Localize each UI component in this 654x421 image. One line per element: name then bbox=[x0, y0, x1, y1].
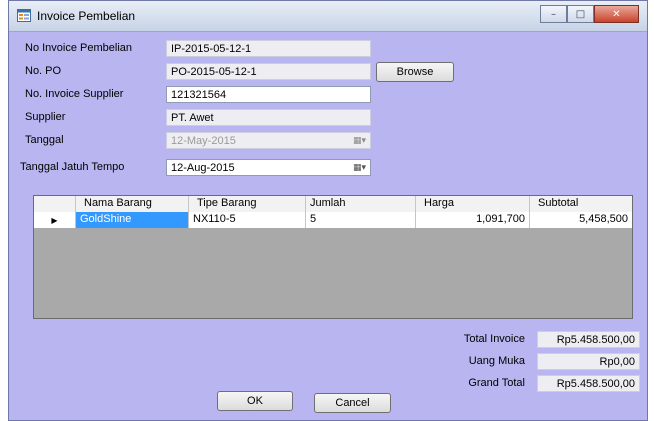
window-title: Invoice Pembelian bbox=[37, 9, 136, 23]
close-button[interactable]: ✕ bbox=[594, 5, 639, 23]
maximize-button[interactable]: □ bbox=[567, 5, 594, 23]
browse-button[interactable]: Browse bbox=[376, 62, 454, 82]
cell-harga[interactable]: 1,091,700 bbox=[416, 212, 530, 228]
cancel-button[interactable]: Cancel bbox=[314, 393, 391, 413]
column-header-harga[interactable]: Harga bbox=[416, 196, 530, 212]
cell-jumlah[interactable]: 5 bbox=[306, 212, 416, 228]
column-header-tipe-barang[interactable]: Tipe Barang bbox=[189, 196, 306, 212]
column-header-nama-barang[interactable]: Nama Barang bbox=[76, 196, 189, 212]
tanggal-datepicker: 12-May-2015 ▦▾ bbox=[166, 132, 371, 149]
minimize-button[interactable]: – bbox=[540, 5, 567, 23]
total-invoice-label: Total Invoice bbox=[463, 333, 525, 345]
table-row[interactable]: ▶ GoldShine NX110-5 5 1,091,700 5,458,50… bbox=[34, 212, 632, 228]
total-invoice-field: Rp5.458.500,00 bbox=[537, 331, 640, 348]
ok-button[interactable]: OK bbox=[217, 391, 293, 411]
uang-muka-field: Rp0,00 bbox=[537, 353, 640, 370]
no-po-field: PO-2015-05-12-1 bbox=[166, 63, 371, 80]
uang-muka-label: Uang Muka bbox=[468, 355, 525, 367]
tanggal-jatuh-tempo-datepicker[interactable]: 12-Aug-2015 ▦▾ bbox=[166, 159, 371, 176]
form-window-icon bbox=[17, 9, 31, 22]
calendar-dropdown-icon: ▦▾ bbox=[352, 136, 366, 146]
cell-nama-barang[interactable]: GoldShine bbox=[76, 212, 189, 228]
no-invoice-supplier-label: No. Invoice Supplier bbox=[25, 88, 124, 100]
invoice-pembelian-window: Invoice Pembelian – □ ✕ No Invoice Pembe… bbox=[8, 0, 648, 421]
row-header-corner bbox=[34, 196, 76, 212]
no-invoice-supplier-input[interactable]: 121321564 bbox=[166, 86, 371, 103]
no-po-label: No. PO bbox=[25, 65, 62, 77]
calendar-dropdown-icon[interactable]: ▦▾ bbox=[353, 161, 366, 175]
column-header-subtotal[interactable]: Subtotal bbox=[530, 196, 632, 212]
tanggal-label: Tanggal bbox=[25, 134, 64, 146]
no-invoice-pembelian-field: IP-2015-05-12-1 bbox=[166, 40, 371, 57]
title-bar[interactable]: Invoice Pembelian – □ ✕ bbox=[9, 1, 647, 32]
tanggal-value: 12-May-2015 bbox=[171, 135, 236, 147]
current-row-arrow-icon[interactable]: ▶ bbox=[34, 212, 76, 228]
supplier-label: Supplier bbox=[25, 111, 66, 123]
tanggal-jatuh-tempo-value: 12-Aug-2015 bbox=[171, 162, 235, 174]
column-header-jumlah[interactable]: Jumlah bbox=[306, 196, 416, 212]
cell-tipe-barang[interactable]: NX110-5 bbox=[189, 212, 306, 228]
invoice-items-grid[interactable]: Nama Barang Tipe Barang Jumlah Harga Sub… bbox=[33, 195, 633, 319]
no-invoice-pembelian-label: No Invoice Pembelian bbox=[25, 42, 133, 54]
tanggal-jatuh-tempo-label: Tanggal Jatuh Tempo bbox=[20, 161, 125, 173]
grid-header-row: Nama Barang Tipe Barang Jumlah Harga Sub… bbox=[34, 196, 632, 213]
grand-total-label: Grand Total bbox=[468, 377, 525, 389]
cell-subtotal[interactable]: 5,458,500 bbox=[530, 212, 632, 228]
supplier-field: PT. Awet bbox=[166, 109, 371, 126]
grand-total-field: Rp5.458.500,00 bbox=[537, 375, 640, 392]
